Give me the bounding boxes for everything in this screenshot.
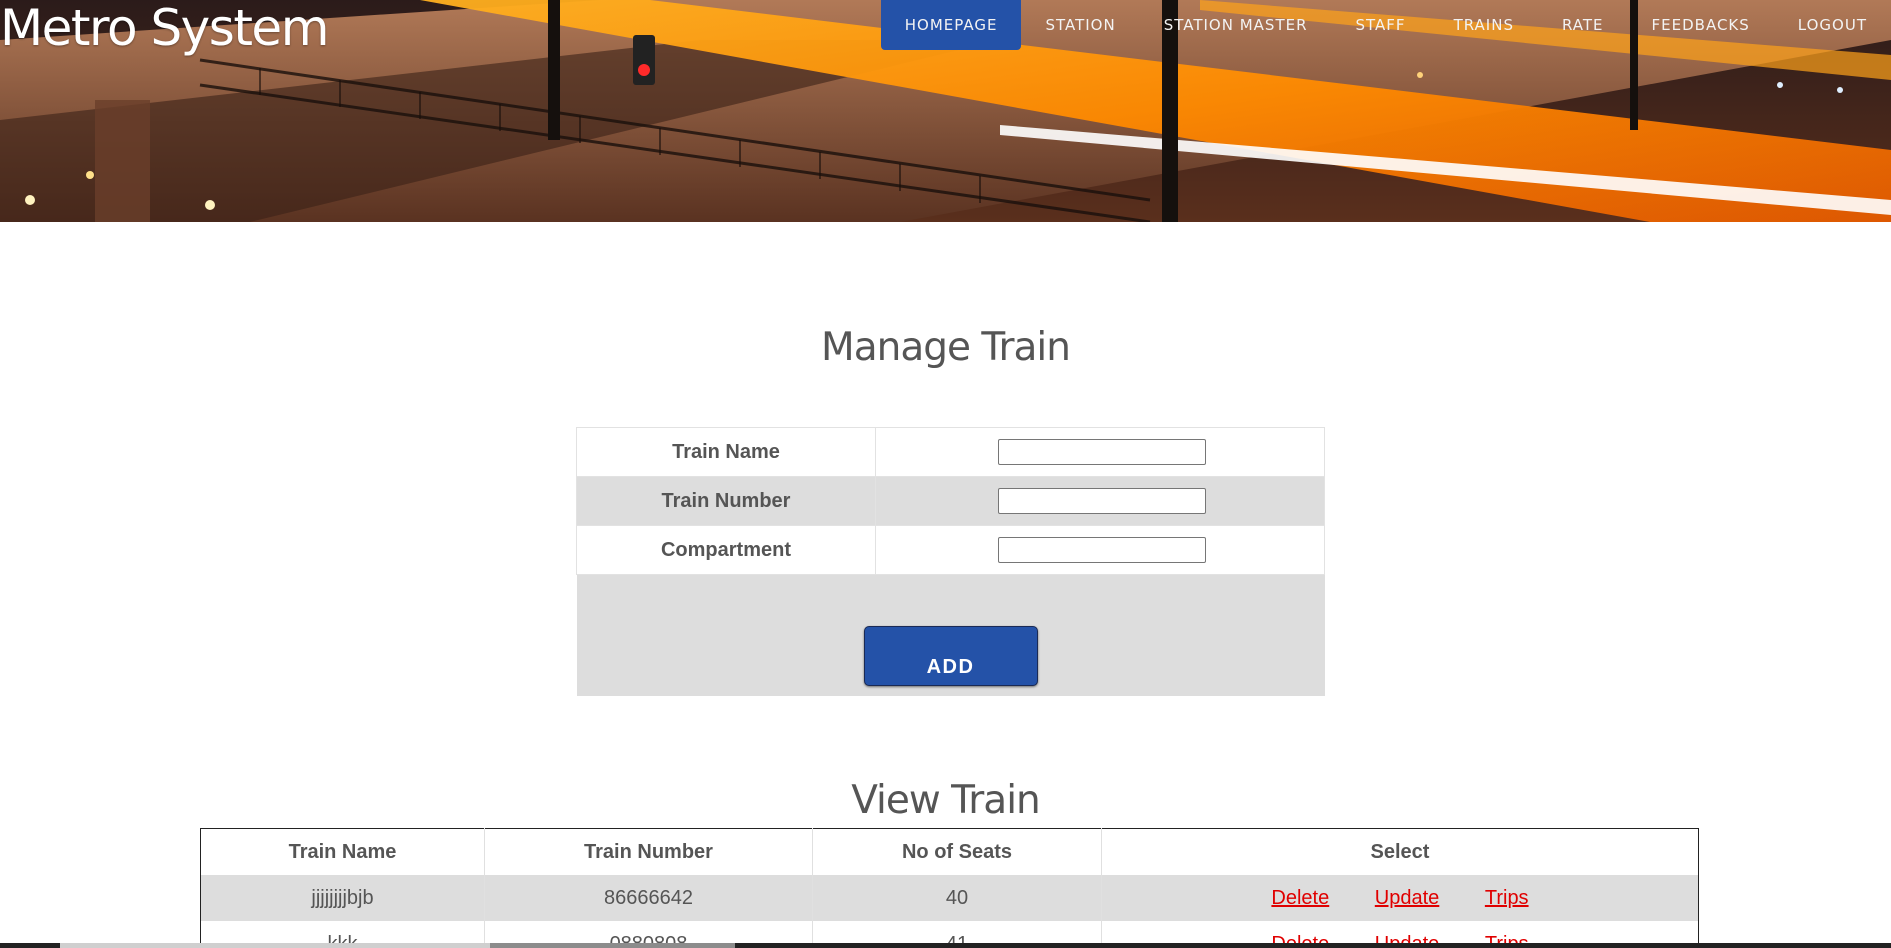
page: Metro System HOMEPAGE STATION STATION MA…: [0, 0, 1891, 948]
table-header-row: Train Name Train Number No of Seats Sele…: [200, 828, 1699, 875]
train-number-label: Train Number: [576, 476, 876, 526]
table-row: jjjjjjjjbjb 86666642 40 Delete Update Tr…: [200, 875, 1699, 921]
trips-link[interactable]: Trips: [1485, 887, 1529, 909]
nav-station[interactable]: STATION: [1021, 0, 1139, 50]
form-row-train-name: Train Name: [576, 427, 1325, 477]
cell-no-of-seats: 40: [812, 875, 1102, 921]
scrollbar-track-light: [60, 943, 490, 948]
nav-staff[interactable]: STAFF: [1332, 0, 1430, 50]
manage-train-title: Manage Train: [821, 325, 1071, 370]
header-banner: Metro System HOMEPAGE STATION STATION MA…: [0, 0, 1891, 222]
view-train-table: Train Name Train Number No of Seats Sele…: [200, 828, 1699, 948]
column-header-select: Select: [1101, 828, 1699, 875]
train-name-label: Train Name: [576, 427, 876, 477]
view-train-title: View Train: [851, 778, 1041, 823]
main-nav: HOMEPAGE STATION STATION MASTER STAFF TR…: [880, 0, 1891, 50]
update-link[interactable]: Update: [1375, 887, 1440, 909]
manage-train-form: Train Name Train Number Compartment ADD: [576, 427, 1325, 696]
train-name-input[interactable]: [997, 439, 1206, 465]
cell-train-name: jjjjjjjjbjb: [200, 875, 485, 921]
form-row-train-number: Train Number: [576, 476, 1325, 526]
compartment-input[interactable]: [997, 537, 1206, 563]
nav-station-master[interactable]: STATION MASTER: [1140, 0, 1332, 50]
add-button[interactable]: ADD: [863, 626, 1038, 686]
brand-title[interactable]: Metro System: [0, 0, 329, 56]
nav-logout[interactable]: LOGOUT: [1774, 0, 1891, 50]
nav-trains[interactable]: TRAINS: [1430, 0, 1538, 50]
cell-train-number: 86666642: [484, 875, 813, 921]
nav-rate[interactable]: RATE: [1538, 0, 1628, 50]
cell-actions: Delete Update Trips: [1101, 875, 1699, 921]
column-header-train-number: Train Number: [484, 828, 813, 875]
form-row-action: ADD: [576, 574, 1325, 696]
compartment-label: Compartment: [576, 525, 876, 575]
column-header-no-of-seats: No of Seats: [812, 828, 1102, 875]
delete-link[interactable]: Delete: [1271, 887, 1329, 909]
form-row-compartment: Compartment: [576, 525, 1325, 575]
scrollbar-thumb[interactable]: [490, 943, 735, 948]
nav-homepage[interactable]: HOMEPAGE: [880, 0, 1022, 50]
train-number-input[interactable]: [997, 488, 1206, 514]
column-header-train-name: Train Name: [200, 828, 485, 875]
nav-feedbacks[interactable]: FEEDBACKS: [1628, 0, 1774, 50]
